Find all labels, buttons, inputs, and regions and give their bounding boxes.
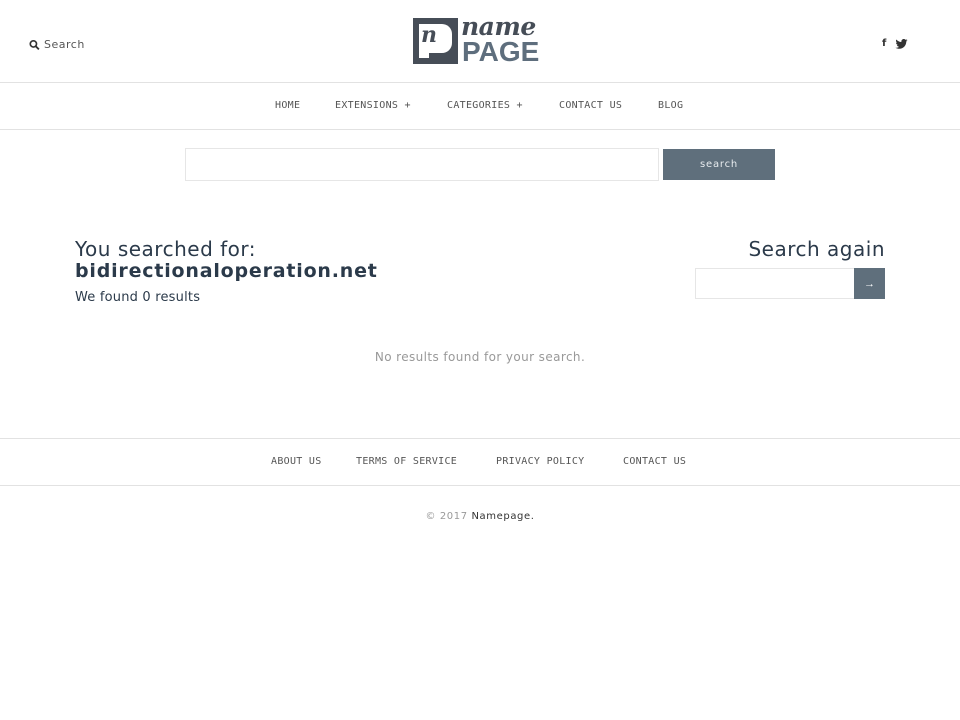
nav-item-blog[interactable]: BLOG [658, 100, 683, 111]
logo-mark: n [413, 18, 458, 64]
footer-link-terms[interactable]: TERMS OF SERVICE [356, 456, 457, 467]
arrow-right-icon: → [864, 277, 875, 290]
footer-link-privacy[interactable]: PRIVACY POLICY [496, 456, 585, 467]
copyright: © 2017 Namepage. [0, 511, 960, 522]
top-search-input[interactable] [185, 148, 659, 181]
facebook-icon[interactable]: f [882, 38, 886, 49]
search-icon [29, 39, 40, 50]
search-again-title: Search again [748, 237, 885, 261]
logo-mark-letter: n [421, 22, 437, 48]
footer-link-contact-us[interactable]: CONTACT US [623, 456, 686, 467]
top-search-button[interactable]: search [663, 149, 775, 180]
no-results-message: No results found for your search. [374, 350, 586, 364]
nav-item-contact-us[interactable]: CONTACT US [559, 100, 622, 111]
nav-item-home[interactable]: HOME [275, 100, 300, 111]
site-header: Search n name PAGE f [0, 0, 960, 83]
footer-nav: ABOUT US TERMS OF SERVICE PRIVACY POLICY… [0, 438, 960, 486]
twitter-icon[interactable] [895, 38, 908, 49]
copyright-brand-link[interactable]: Namepage. [471, 511, 534, 522]
header-search-label: Search [44, 38, 85, 51]
nav-item-extensions[interactable]: EXTENSIONS + [335, 100, 411, 111]
search-query: bidirectionaloperation.net [75, 260, 378, 282]
copyright-year: © 2017 [425, 511, 468, 522]
search-again-button[interactable]: → [854, 268, 885, 299]
logo-page-text: PAGE [462, 36, 540, 67]
search-again-input[interactable] [695, 268, 855, 299]
nav-item-categories[interactable]: CATEGORIES + [447, 100, 523, 111]
header-search-toggle[interactable]: Search [29, 38, 85, 51]
main-nav: HOME EXTENSIONS + CATEGORIES + CONTACT U… [0, 83, 960, 130]
social-links: f [882, 38, 908, 49]
results-heading: You searched for: [75, 237, 257, 261]
results-count: We found 0 results [75, 290, 201, 305]
footer-link-about-us[interactable]: ABOUT US [271, 456, 322, 467]
site-logo[interactable]: n name PAGE [413, 12, 549, 67]
